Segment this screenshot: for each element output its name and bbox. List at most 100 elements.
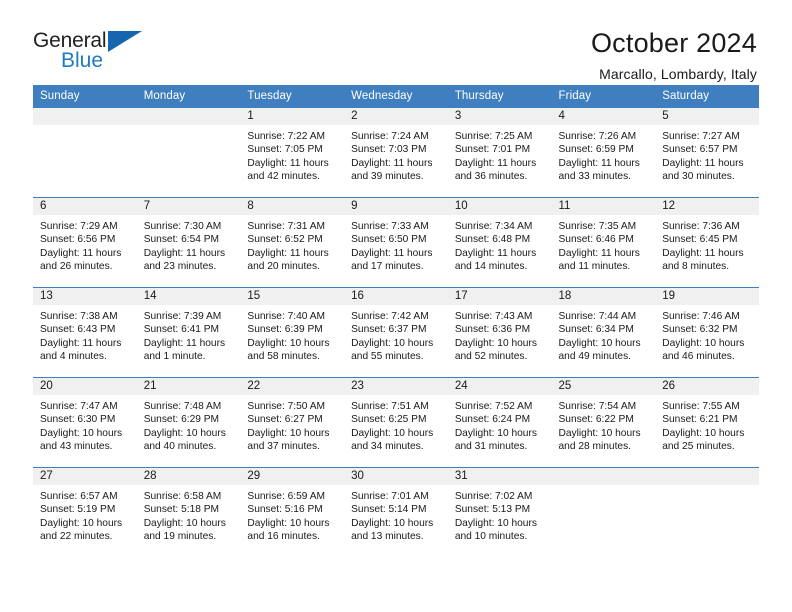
- calendar-cell-empty: [551, 467, 656, 558]
- daylight-text-line2: and 10 minutes.: [454, 530, 528, 542]
- calendar-day-cell[interactable]: 2 Sunrise: 7:24 AM Sunset: 7:03 PM Daylight…: [344, 107, 448, 198]
- daylight-text-line1: Daylight: 11 hours: [351, 157, 433, 169]
- calendar-day-cell[interactable]: 8 Sunrise: 7:31 AM Sunset: 6:52 PM Daylight…: [240, 197, 345, 288]
- calendar-day-cell[interactable]: 24 Sunrise: 7:52 AM Sunset: 6:24 PM Dayligh…: [447, 377, 552, 468]
- calendar-day-cell[interactable]: 14 Sunrise: 7:39 AM Sunset: 6:41 PM Dayligh…: [136, 287, 241, 378]
- daylight-text-line2: and 31 minutes.: [454, 440, 528, 452]
- sunrise-text: Sunrise: 7:50 AM: [247, 401, 325, 412]
- calendar-day-cell[interactable]: 22 Sunrise: 7:50 AM Sunset: 6:27 PM Dayligh…: [240, 377, 345, 468]
- calendar-day-cell[interactable]: 25 Sunrise: 7:54 AM Sunset: 6:22 PM Dayligh…: [551, 377, 656, 468]
- calendar-day-cell[interactable]: 4 Sunrise: 7:26 AM Sunset: 6:59 PM Daylight…: [551, 107, 656, 198]
- daylight-text-line1: Daylight: 11 hours: [662, 157, 744, 169]
- daylight-text-line2: and 40 minutes.: [143, 440, 217, 452]
- daylight-text-line2: and 46 minutes.: [662, 350, 735, 362]
- daylight-text-line2: and 49 minutes.: [558, 350, 632, 362]
- day-number: 29: [240, 468, 345, 485]
- daylight-text-line2: and 42 minutes.: [247, 170, 320, 182]
- calendar-day-cell[interactable]: 13 Sunrise: 7:38 AM Sunset: 6:43 PM Dayligh…: [33, 287, 137, 378]
- calendar-day-cell[interactable]: 9 Sunrise: 7:33 AM Sunset: 6:50 PM Daylight…: [344, 197, 448, 288]
- sunset-text: Sunset: 6:22 PM: [558, 414, 634, 426]
- calendar-day-cell[interactable]: 26 Sunrise: 7:55 AM Sunset: 6:21 PM Dayligh…: [655, 377, 759, 468]
- day-number: [136, 108, 241, 125]
- calendar-day-cell[interactable]: 15 Sunrise: 7:40 AM Sunset: 6:39 PM Dayligh…: [240, 287, 345, 378]
- sunset-text: Sunset: 6:54 PM: [143, 234, 220, 246]
- calendar-day-cell[interactable]: 18 Sunrise: 7:44 AM Sunset: 6:34 PM Dayligh…: [551, 287, 656, 378]
- sunset-text: Sunset: 5:16 PM: [247, 504, 323, 516]
- sunset-text: Sunset: 6:43 PM: [40, 324, 116, 336]
- day-details: Sunrise: 7:42 AM Sunset: 6:37 PM Daylight:…: [344, 305, 448, 363]
- weekday-header-wednesday: Wednesday: [344, 85, 448, 108]
- daylight-text-line1: Daylight: 10 hours: [558, 337, 641, 349]
- calendar-day-cell[interactable]: 12 Sunrise: 7:36 AM Sunset: 6:45 PM Dayligh…: [655, 197, 759, 288]
- sunrise-text: Sunrise: 6:59 AM: [247, 491, 325, 502]
- calendar-day-cell[interactable]: 5 Sunrise: 7:27 AM Sunset: 6:57 PM Daylight…: [655, 107, 759, 198]
- daylight-text-line2: and 23 minutes.: [143, 260, 217, 272]
- sunset-text: Sunset: 7:01 PM: [454, 144, 531, 156]
- sunset-text: Sunset: 6:25 PM: [351, 414, 427, 426]
- calendar-day-cell[interactable]: 3 Sunrise: 7:25 AM Sunset: 7:01 PM Daylight…: [447, 107, 552, 198]
- calendar-day-cell[interactable]: 30 Sunrise: 7:01 AM Sunset: 5:14 PM Dayligh…: [344, 467, 448, 558]
- calendar-body: 1 Sunrise: 7:22 AM Sunset: 7:05 PM Daylight…: [33, 107, 759, 558]
- daylight-text-line1: Daylight: 10 hours: [351, 337, 434, 349]
- day-details: Sunrise: 7:36 AM Sunset: 6:45 PM Daylight:…: [655, 215, 759, 273]
- sunrise-text: Sunrise: 7:34 AM: [454, 221, 533, 232]
- calendar-day-cell[interactable]: 7 Sunrise: 7:30 AM Sunset: 6:54 PM Daylight…: [136, 197, 241, 288]
- calendar-day-cell[interactable]: 10 Sunrise: 7:34 AM Sunset: 6:48 PM Dayligh…: [447, 197, 552, 288]
- calendar-day-cell[interactable]: 31 Sunrise: 7:02 AM Sunset: 5:13 PM Dayligh…: [447, 467, 552, 558]
- daylight-text-line2: and 26 minutes.: [40, 260, 113, 272]
- sunrise-text: Sunrise: 7:47 AM: [40, 401, 118, 412]
- daylight-text-line1: Daylight: 10 hours: [247, 337, 330, 349]
- calendar-day-cell[interactable]: 1 Sunrise: 7:22 AM Sunset: 7:05 PM Daylight…: [240, 107, 345, 198]
- sunrise-text: Sunrise: 7:24 AM: [351, 131, 429, 142]
- day-number: 6: [33, 198, 137, 215]
- calendar-week-row: 20 Sunrise: 7:47 AM Sunset: 6:30 PM Dayligh…: [33, 377, 759, 468]
- day-details: Sunrise: 7:30 AM Sunset: 6:54 PM Daylight:…: [137, 215, 241, 273]
- day-details: Sunrise: 7:52 AM Sunset: 6:24 PM Daylight:…: [448, 395, 552, 453]
- calendar-day-cell[interactable]: 28 Sunrise: 6:58 AM Sunset: 5:18 PM Dayligh…: [136, 467, 241, 558]
- daylight-text-line1: Daylight: 11 hours: [143, 247, 226, 259]
- day-details: Sunrise: 6:57 AM Sunset: 5:19 PM Daylight:…: [33, 485, 137, 543]
- calendar-day-cell[interactable]: 19 Sunrise: 7:46 AM Sunset: 6:32 PM Dayligh…: [655, 287, 759, 378]
- day-number: 27: [33, 468, 137, 485]
- page-subtitle: Marcallo, Lombardy, Italy: [599, 66, 757, 83]
- day-number: 2: [344, 108, 448, 125]
- sunrise-text: Sunrise: 7:44 AM: [558, 311, 637, 322]
- daylight-text-line1: Daylight: 10 hours: [558, 427, 641, 439]
- day-number: 5: [655, 108, 759, 125]
- calendar-day-cell[interactable]: 16 Sunrise: 7:42 AM Sunset: 6:37 PM Dayligh…: [344, 287, 448, 378]
- sunrise-text: Sunrise: 7:39 AM: [143, 311, 222, 322]
- calendar-day-cell[interactable]: 21 Sunrise: 7:48 AM Sunset: 6:29 PM Dayligh…: [136, 377, 241, 468]
- sunrise-text: Sunrise: 7:30 AM: [143, 221, 222, 232]
- daylight-text-line2: and 43 minutes.: [40, 440, 113, 452]
- generalblue-logo[interactable]: General Blue: [33, 28, 153, 76]
- daylight-text-line1: Daylight: 10 hours: [40, 427, 123, 439]
- sunset-text: Sunset: 5:14 PM: [351, 504, 427, 516]
- calendar-page: General Blue October 2024 Marcallo, Lomb…: [0, 0, 792, 612]
- day-number: 8: [240, 198, 345, 215]
- sunset-text: Sunset: 6:27 PM: [247, 414, 323, 426]
- day-number: 26: [655, 378, 759, 395]
- calendar-day-cell[interactable]: 17 Sunrise: 7:43 AM Sunset: 6:36 PM Dayligh…: [447, 287, 552, 378]
- calendar-day-cell[interactable]: 29 Sunrise: 6:59 AM Sunset: 5:16 PM Dayligh…: [240, 467, 345, 558]
- sunset-text: Sunset: 5:18 PM: [143, 504, 220, 516]
- day-details: Sunrise: 6:58 AM Sunset: 5:18 PM Daylight:…: [137, 485, 241, 543]
- sunset-text: Sunset: 6:24 PM: [454, 414, 531, 426]
- calendar-day-cell[interactable]: 27 Sunrise: 6:57 AM Sunset: 5:19 PM Dayligh…: [33, 467, 137, 558]
- sunset-text: Sunset: 6:29 PM: [143, 414, 220, 426]
- day-number: 11: [551, 198, 656, 215]
- day-number: 23: [344, 378, 448, 395]
- calendar-cell-empty: [655, 467, 759, 558]
- day-number: 12: [655, 198, 759, 215]
- calendar-day-cell[interactable]: 6 Sunrise: 7:29 AM Sunset: 6:56 PM Daylight…: [33, 197, 137, 288]
- daylight-text-line2: and 30 minutes.: [662, 170, 735, 182]
- day-number: 21: [136, 378, 241, 395]
- daylight-text-line2: and 37 minutes.: [247, 440, 320, 452]
- daylight-text-line2: and 19 minutes.: [143, 530, 217, 542]
- sunset-text: Sunset: 6:37 PM: [351, 324, 427, 336]
- day-details: Sunrise: 7:31 AM Sunset: 6:52 PM Daylight:…: [240, 215, 344, 273]
- calendar-day-cell[interactable]: 11 Sunrise: 7:35 AM Sunset: 6:46 PM Dayligh…: [551, 197, 656, 288]
- calendar-day-cell[interactable]: 23 Sunrise: 7:51 AM Sunset: 6:25 PM Dayligh…: [344, 377, 448, 468]
- day-details: Sunrise: 7:38 AM Sunset: 6:43 PM Daylight:…: [33, 305, 137, 363]
- daylight-text-line2: and 8 minutes.: [662, 260, 730, 272]
- calendar-day-cell[interactable]: 20 Sunrise: 7:47 AM Sunset: 6:30 PM Dayligh…: [33, 377, 137, 468]
